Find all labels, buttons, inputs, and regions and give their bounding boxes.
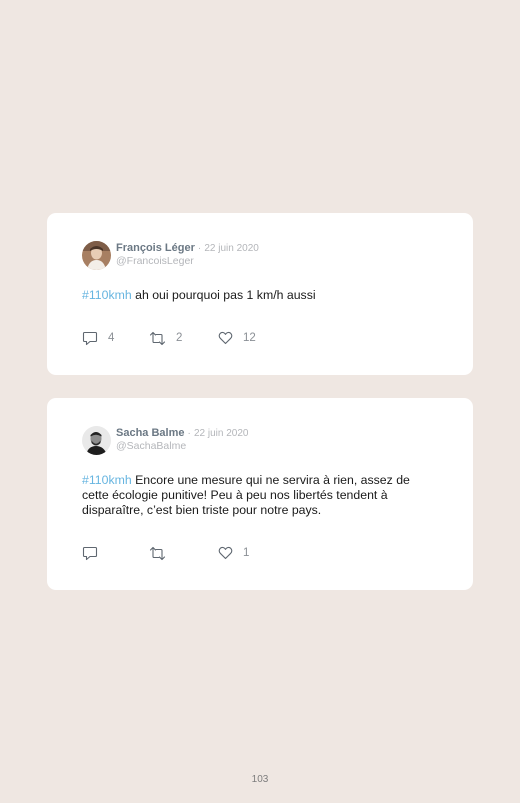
- page-number: 103: [251, 774, 269, 785]
- tweet-card: François Léger · 22 juin 2020 @FrancoisL…: [47, 213, 473, 375]
- avatar[interactable]: [82, 426, 111, 455]
- reply-button[interactable]: 4: [82, 330, 114, 346]
- like-button[interactable]: 12: [218, 330, 256, 346]
- like-icon: [218, 331, 233, 345]
- tweet-body: Encore une mesure qui ne servira à rien,…: [82, 473, 410, 517]
- hashtag-link[interactable]: #110kmh: [82, 288, 132, 302]
- reply-count: 4: [108, 332, 115, 344]
- avatar[interactable]: [82, 241, 111, 270]
- like-count: 12: [243, 332, 256, 344]
- retweet-icon: [149, 546, 166, 560]
- tweet-text: #110kmh Encore une mesure qui ne servira…: [82, 473, 438, 518]
- tweet-actions: 1: [82, 545, 282, 561]
- author-handle[interactable]: @FrancoisLeger: [116, 255, 194, 268]
- hashtag-link[interactable]: #110kmh: [82, 473, 132, 487]
- tweet-card: Sacha Balme · 22 juin 2020 @SachaBalme #…: [47, 398, 473, 590]
- tweet-body: ah oui pourquoi pas 1 km/h aussi: [131, 288, 316, 302]
- retweet-button[interactable]: [149, 545, 176, 561]
- author-line: Sacha Balme · 22 juin 2020: [116, 427, 248, 440]
- retweet-icon: [149, 331, 166, 345]
- separator: ·: [187, 428, 191, 439]
- reply-icon: [82, 331, 98, 345]
- tweet-actions: 4 2 12: [82, 330, 282, 346]
- author-handle[interactable]: @SachaBalme: [116, 440, 186, 453]
- author-name[interactable]: François Léger: [116, 242, 195, 254]
- author-line: François Léger · 22 juin 2020: [116, 242, 259, 255]
- like-button[interactable]: 1: [218, 545, 249, 561]
- reply-button[interactable]: [82, 545, 108, 561]
- retweet-count: 2: [176, 332, 183, 344]
- reply-icon: [82, 546, 98, 560]
- like-count: 1: [243, 547, 250, 559]
- retweet-button[interactable]: 2: [149, 330, 182, 346]
- tweet-date[interactable]: 22 juin 2020: [204, 243, 259, 254]
- separator: ·: [197, 243, 202, 254]
- tweet-date[interactable]: 22 juin 2020: [194, 428, 249, 439]
- tweet-text: #110kmh ah oui pourquoi pas 1 km/h aussi: [82, 288, 438, 303]
- like-icon: [218, 546, 233, 560]
- author-name[interactable]: Sacha Balme: [116, 427, 184, 439]
